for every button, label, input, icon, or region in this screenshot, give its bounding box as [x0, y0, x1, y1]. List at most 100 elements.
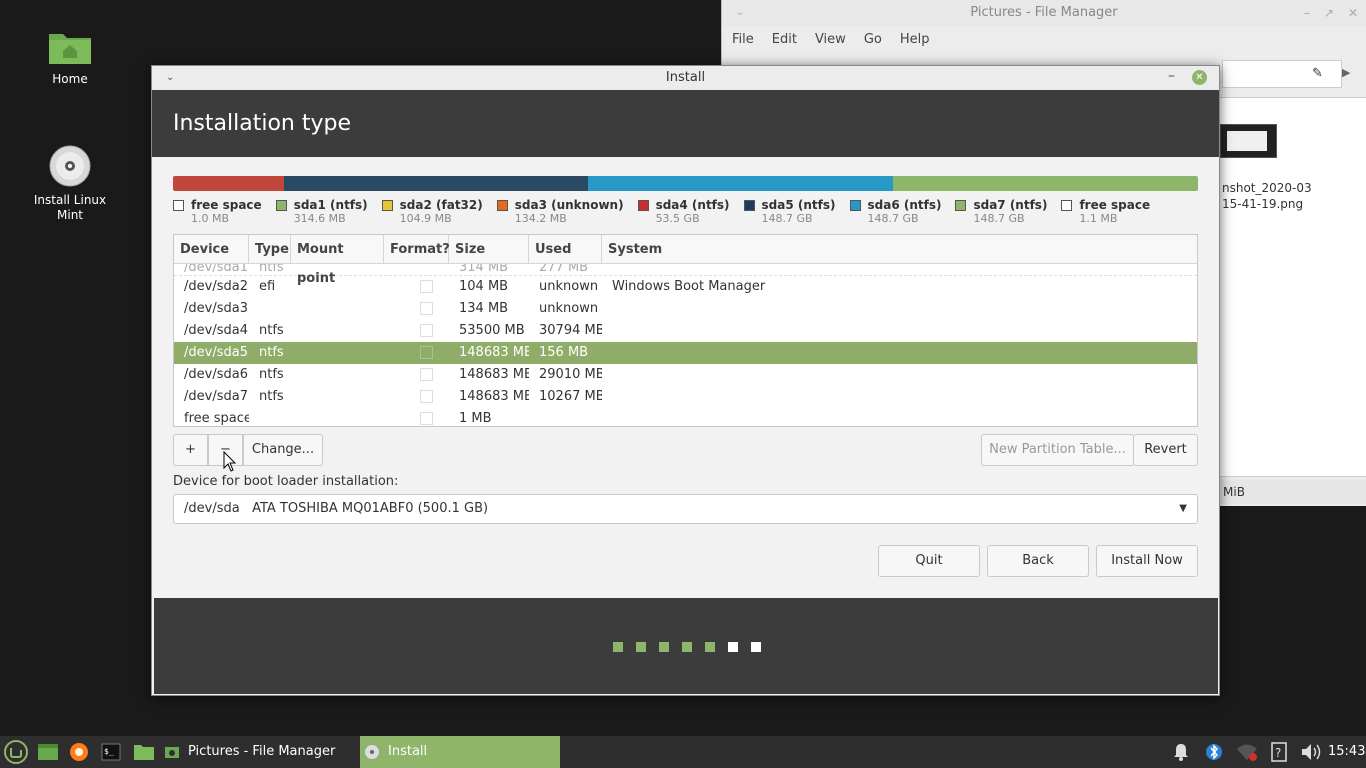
column-header-used[interactable]: Used: [529, 235, 602, 263]
format-checkbox[interactable]: [420, 302, 433, 315]
legend-swatch: [275, 199, 287, 211]
table-row[interactable]: /dev/sda5 ntfs 148683 MB 156 MB: [174, 342, 1197, 364]
window-title: Install: [665, 70, 706, 85]
taskbar-window-file-manager[interactable]: Pictures - File Manager: [160, 736, 356, 768]
installer-titlebar[interactable]: ⌄ Install – ✕: [152, 66, 1219, 90]
column-header-format[interactable]: Format?: [384, 235, 450, 263]
column-header-system[interactable]: System: [602, 235, 1197, 263]
cell-type: [249, 408, 291, 426]
desktop-icon-home[interactable]: Home: [25, 28, 115, 87]
cell-type: ntfs: [259, 389, 284, 404]
install-now-button[interactable]: Install Now: [1096, 545, 1198, 577]
format-checkbox[interactable]: [420, 346, 433, 359]
menu-go[interactable]: Go: [864, 32, 882, 47]
cell-used: 29010 MB: [539, 367, 602, 382]
maximize-icon[interactable]: ↗: [1324, 0, 1334, 26]
terminal-launcher[interactable]: $_: [101, 742, 123, 762]
cell-device: /dev/sda5: [184, 345, 248, 360]
table-row[interactable]: /dev/sda2 efi 104 MB unknown Windows Boot Ma…: [174, 276, 1197, 298]
folder-icon: [134, 745, 154, 760]
help-icon[interactable]: ?: [1270, 742, 1290, 768]
partition-table[interactable]: Device Type Mount point Format? Size Use…: [173, 234, 1198, 427]
legend-item: free space 1.1 MB: [1061, 198, 1150, 225]
camera-folder-icon: [165, 747, 179, 758]
format-checkbox[interactable]: [420, 280, 433, 293]
cell-type: ntfs: [259, 345, 284, 360]
show-desktop-button[interactable]: [37, 742, 59, 762]
network-icon[interactable]: [1236, 742, 1260, 768]
legend-size: 148.7 GB: [973, 212, 1025, 225]
cell-system: [602, 408, 1197, 426]
revert-button[interactable]: Revert: [1133, 434, 1198, 466]
cell-mount: [291, 386, 384, 408]
chevron-down-icon[interactable]: ⌄: [736, 0, 744, 26]
menu-button[interactable]: [4, 740, 28, 764]
format-checkbox[interactable]: [420, 324, 433, 337]
menu-view[interactable]: View: [815, 32, 846, 47]
boot-loader-device-select[interactable]: /dev/sda ATA TOSHIBA MQ01ABF0 (500.1 GB)…: [173, 494, 1198, 524]
firefox-launcher[interactable]: [69, 742, 91, 762]
quit-button[interactable]: Quit: [878, 545, 980, 577]
column-header-device[interactable]: Device: [174, 235, 249, 263]
close-icon[interactable]: ✕: [1348, 0, 1358, 26]
format-checkbox[interactable]: [420, 390, 433, 403]
column-header-type[interactable]: Type: [249, 235, 291, 263]
svg-text:$_: $_: [104, 747, 114, 756]
cell-mount: [291, 364, 384, 386]
menu-edit[interactable]: Edit: [772, 32, 797, 47]
cell-mount: [291, 320, 384, 342]
legend-swatch: [849, 199, 861, 211]
new-partition-table-button[interactable]: New Partition Table...: [981, 434, 1134, 466]
desktop-icon-install-linux-mint[interactable]: Install Linux Mint: [25, 145, 115, 223]
menu-file[interactable]: File: [732, 32, 754, 47]
file-thumbnail[interactable]: [1220, 124, 1277, 158]
files-launcher[interactable]: [133, 742, 155, 762]
column-header-size[interactable]: Size: [449, 235, 529, 263]
cell-system: [602, 342, 1197, 364]
notifications-icon[interactable]: [1172, 742, 1192, 768]
file-view[interactable]: nshot_2020-03 15-41-19.png: [1219, 97, 1366, 477]
table-row[interactable]: /dev/sda4 ntfs 53500 MB 30794 MB: [174, 320, 1197, 342]
cell-type: ntfs: [259, 264, 284, 275]
cell-size: 148683 MB: [459, 345, 529, 360]
boot-loader-label: Device for boot loader installation:: [173, 474, 399, 489]
legend-label: free space: [191, 198, 262, 212]
change-partition-button[interactable]: Change...: [243, 434, 323, 466]
cell-type: ntfs: [259, 367, 284, 382]
table-row[interactable]: /dev/sda7 ntfs 148683 MB 10267 MB: [174, 386, 1197, 408]
bluetooth-icon[interactable]: [1206, 742, 1226, 768]
legend-label: free space: [1079, 198, 1151, 212]
taskbar-window-install[interactable]: Install: [360, 736, 560, 768]
file-manager-titlebar[interactable]: ⌄ Pictures - File Manager – ↗ ✕: [722, 0, 1366, 26]
chevron-right-icon[interactable]: ▶: [1342, 66, 1350, 79]
partition-legend: free space 1.0 MB sda1 (ntfs) 314.6 MB sda2 …: [173, 198, 1164, 225]
file-name[interactable]: nshot_2020-03 15-41-19.png: [1222, 180, 1312, 212]
chevron-down-icon[interactable]: ⌄: [166, 66, 174, 90]
cell-format: [384, 320, 449, 342]
legend-size: 314.6 MB: [293, 212, 346, 225]
table-row[interactable]: /dev/sda6 ntfs 148683 MB 29010 MB: [174, 364, 1197, 386]
installer-window[interactable]: ⌄ Install – ✕ Installation type free spa…: [151, 65, 1220, 696]
pencil-icon[interactable]: ✎: [1312, 66, 1323, 81]
table-row[interactable]: free space 1 MB: [174, 408, 1197, 426]
table-row[interactable]: /dev/sda1 ntfs 314 MB 277 MB: [174, 264, 1197, 276]
legend-item: sda4 (ntfs) 53.5 GB: [637, 198, 730, 225]
format-checkbox[interactable]: [420, 368, 433, 381]
progress-dot: [750, 641, 762, 653]
table-row[interactable]: /dev/sda3 134 MB unknown: [174, 298, 1197, 320]
close-icon[interactable]: ✕: [1192, 70, 1207, 85]
minimize-icon[interactable]: –: [1304, 0, 1310, 26]
column-header-mount-point[interactable]: Mount point: [291, 235, 384, 286]
menu-help[interactable]: Help: [900, 32, 930, 47]
cell-used: [529, 408, 602, 426]
progress-dots: [612, 641, 762, 653]
clock[interactable]: 15:43: [1328, 736, 1365, 768]
add-partition-button[interactable]: +: [173, 434, 208, 466]
minimize-icon[interactable]: –: [1168, 64, 1175, 88]
installer-footer: [154, 598, 1218, 694]
back-button[interactable]: Back: [987, 545, 1089, 577]
path-bar[interactable]: [1222, 60, 1342, 88]
volume-icon[interactable]: [1300, 742, 1324, 768]
format-checkbox[interactable]: [420, 412, 433, 425]
partition-bar-segment: [173, 176, 284, 191]
